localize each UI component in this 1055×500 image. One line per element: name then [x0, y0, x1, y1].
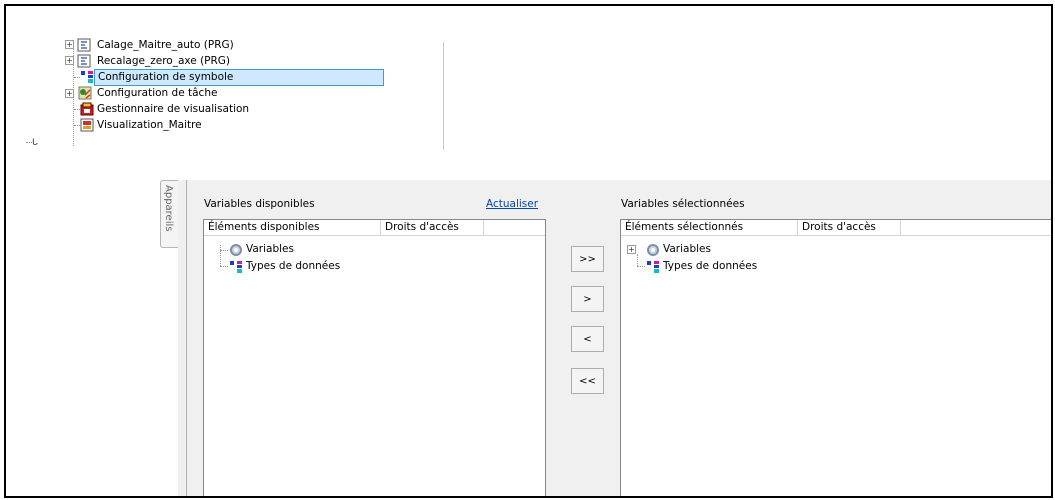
- remove-button[interactable]: <: [571, 326, 604, 352]
- data-types-icon: [230, 261, 242, 273]
- list-item-variables[interactable]: Variables: [246, 243, 294, 255]
- selected-list-header: Éléments sélectionnés Droits d'accès: [621, 220, 1051, 236]
- tree-item-calage-maitre-auto[interactable]: Calage_Maitre_auto (PRG): [94, 37, 237, 53]
- tree-item-configuration-symbole[interactable]: Configuration de symbole: [94, 68, 384, 86]
- tree-item-label: Visualization_Maitre: [97, 118, 202, 131]
- available-elements-list[interactable]: Éléments disponibles Droits d'accès Vari…: [203, 219, 546, 496]
- list-item-types-de-donnees[interactable]: Types de données: [246, 260, 340, 272]
- visualization-manager-icon: [80, 102, 94, 116]
- column-header-droits-acces[interactable]: Droits d'accès: [381, 220, 484, 236]
- add-all-button[interactable]: >>: [571, 246, 604, 272]
- symbol-config-icon: [81, 71, 93, 83]
- visualization-icon: [80, 118, 94, 132]
- expand-icon[interactable]: +: [65, 40, 74, 49]
- expand-icon[interactable]: +: [65, 89, 74, 98]
- selected-variables-title: Variables sélectionnées: [621, 198, 745, 210]
- tree-connector: [637, 266, 645, 267]
- add-button[interactable]: >: [571, 286, 604, 312]
- column-header-elements-disponibles[interactable]: Éléments disponibles: [204, 220, 381, 236]
- list-item-variables[interactable]: Variables: [663, 243, 711, 255]
- expand-icon[interactable]: +: [627, 245, 636, 254]
- tree-stub-icon: ᒐ: [32, 138, 38, 148]
- main-window: ᒐ + Calage_Maitre_auto (PRG) + Recalage_…: [4, 4, 1053, 498]
- tab-appareils-label: Appareils: [163, 185, 174, 232]
- variables-gear-icon: [230, 244, 242, 256]
- available-list-header: Éléments disponibles Droits d'accès: [204, 220, 545, 236]
- tree-item-gestionnaire-visualisation[interactable]: Gestionnaire de visualisation: [94, 101, 252, 117]
- tree-item-visualization-maitre[interactable]: Visualization_Maitre: [94, 117, 205, 133]
- tree-connector: [220, 266, 228, 267]
- tree-item-recalage-zero-axe[interactable]: Recalage_zero_axe (PRG): [94, 53, 233, 69]
- column-header-elements-selectionnes[interactable]: Éléments sélectionnés: [621, 220, 798, 236]
- list-item-types-de-donnees[interactable]: Types de données: [663, 260, 757, 272]
- available-variables-title: Variables disponibles: [204, 198, 315, 210]
- tree-item-label: Configuration de symbole: [94, 68, 384, 86]
- tree-connector: [220, 245, 221, 266]
- pane-divider: [443, 42, 444, 150]
- program-icon: [77, 38, 91, 52]
- expand-icon[interactable]: +: [65, 56, 74, 65]
- tree-item-label: Recalage_zero_axe (PRG): [97, 54, 231, 67]
- tab-appareils[interactable]: Appareils: [160, 180, 178, 248]
- tree-item-configuration-tache[interactable]: Configuration de tâche: [94, 85, 220, 101]
- tree-connector: [220, 250, 228, 251]
- tree-item-label: Gestionnaire de visualisation: [97, 102, 250, 115]
- task-config-icon: [78, 86, 92, 100]
- column-header-droits-acces[interactable]: Droits d'accès: [798, 220, 901, 236]
- remove-all-button[interactable]: <<: [571, 368, 604, 394]
- variables-gear-icon: [647, 244, 659, 256]
- program-icon: [77, 54, 91, 68]
- refresh-link[interactable]: Actualiser: [486, 198, 538, 210]
- data-types-icon: [647, 261, 659, 273]
- tree-item-label: Configuration de tâche: [97, 86, 218, 99]
- tree-connector: [637, 254, 638, 266]
- tree-item-label: Calage_Maitre_auto (PRG): [97, 38, 234, 51]
- panel-separator: [186, 180, 187, 496]
- selected-elements-list[interactable]: Éléments sélectionnés Droits d'accès + V…: [620, 219, 1051, 496]
